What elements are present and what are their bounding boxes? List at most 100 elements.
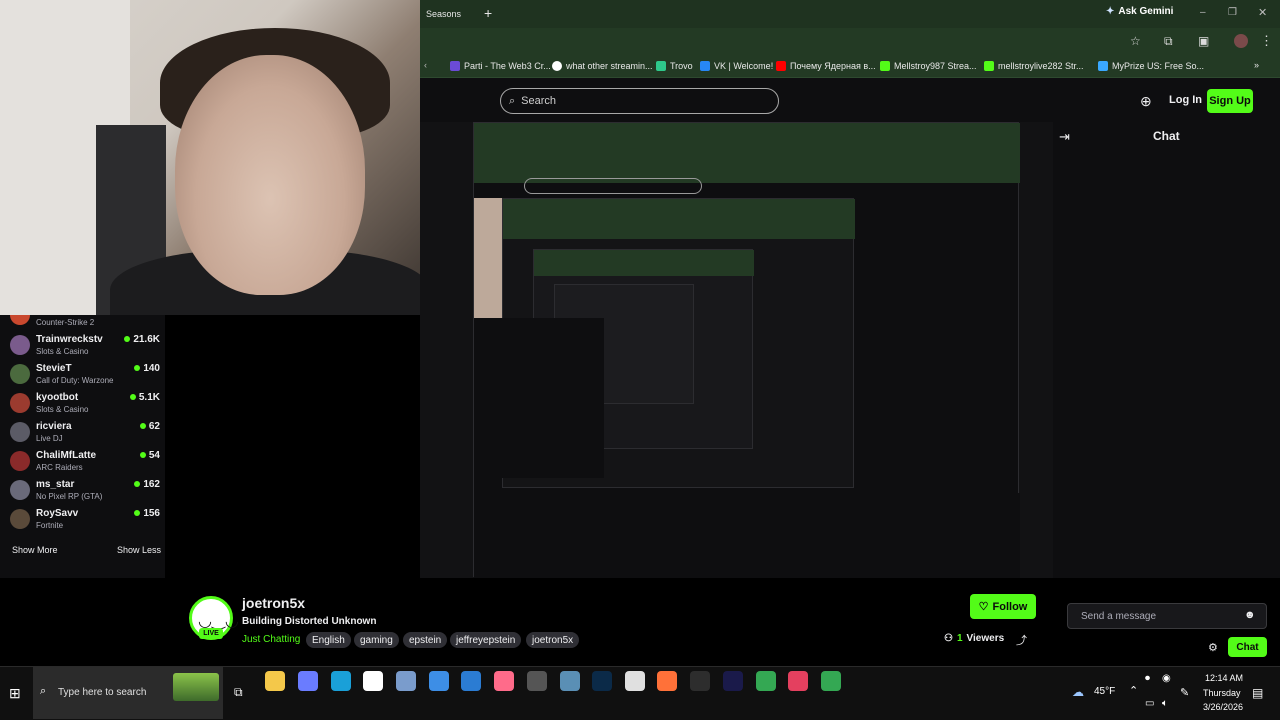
kick-icon [880,61,890,71]
defender-icon[interactable] [461,671,481,691]
users-icon: ⚇ [944,633,953,644]
chrome-active-icon[interactable] [821,671,841,691]
restore-icon[interactable]: ❐ [1228,7,1237,18]
calculator-icon[interactable] [527,671,547,691]
ask-gemini-button[interactable]: ✦ Ask Gemini [1106,6,1173,17]
premiere-icon[interactable] [723,671,743,691]
bookmark-item[interactable]: what other streamin... [552,61,653,71]
sidebar-channel-item[interactable]: ms_star No Pixel RP (GTA) 162 [10,478,160,506]
bookmark-item[interactable]: Trovo [656,61,693,71]
browser-tab[interactable]: Seasons [426,9,461,19]
bookmark-star-icon[interactable]: ☆ [1130,34,1141,48]
app-icon[interactable] [396,671,416,691]
chat-send-button[interactable]: Chat [1228,637,1267,657]
collapse-chat-icon[interactable]: ⇥ [1059,129,1070,145]
live-dot-icon [139,452,146,458]
sidebar-channel-item[interactable]: Trainwreckstv Slots & Casino 21.6K [10,333,160,361]
bookmark-item[interactable]: MyPrize US: Free So... [1098,61,1204,71]
close-icon[interactable]: ✕ [1258,6,1267,19]
side-panel-icon[interactable]: ▣ [1198,34,1209,48]
bookmark-item[interactable]: Почему Ядерная в... [776,61,876,71]
channel-category: Call of Duty: Warzone [36,376,114,385]
mail-icon[interactable] [429,671,449,691]
sidebar-channel-item[interactable]: StevieT Call of Duty: Warzone 140 [10,362,160,390]
notifications-icon[interactable]: ▤ [1252,686,1263,700]
profile-avatar[interactable] [1234,34,1248,48]
show-more-button[interactable]: Show More [12,545,58,555]
app-grid-icon[interactable] [560,671,580,691]
parti-icon [450,61,460,71]
chrome-icon[interactable] [756,671,776,691]
stream-title: Building Distorted Unknown [242,616,377,627]
follow-button[interactable]: ♡ Follow [970,594,1036,619]
avatar [10,451,30,471]
search-input[interactable]: ⌕ Search [500,88,779,114]
channel-name: RoySavv [36,508,79,519]
tag-pill[interactable]: joetron5x [526,632,580,648]
sidebar-channel-item[interactable]: kyootbot Slots & Casino 5.1K [10,391,160,419]
sidebar-channel-item[interactable]: RoySavv Fortnite 156 [10,507,160,535]
avatar [10,509,30,529]
minimize-icon[interactable]: – [1200,7,1206,18]
browser-toolbar: ☆ ⧉ ▣ ⋮ [420,28,1280,56]
bookmarks-bar: ‹ Parti - The Web3 Cr... what other stre… [420,56,1280,78]
bookmark-item[interactable]: VK | Welcome! [700,61,773,71]
channel-category: ARC Raiders [36,463,83,472]
weather-temp[interactable]: 45°F [1094,686,1115,697]
bookmarks-overflow-icon[interactable]: » [1254,60,1259,70]
tray-chevron-icon[interactable]: ⌃ [1129,684,1138,697]
channel-name[interactable]: joetron5x [242,595,305,611]
live-badge: LIVE [199,628,223,639]
myprize-icon [1098,61,1108,71]
show-less-button[interactable]: Show Less [117,545,161,555]
network-icon[interactable]: ▭ [1145,698,1154,709]
stream-category-link[interactable]: Just Chatting [242,634,300,645]
clock-time[interactable]: 12:14 AM [1205,673,1243,683]
sidebar-item-partial[interactable]: Counter-Strike 2 [10,315,160,329]
bookmark-item[interactable]: mellstroylive282 Str... [984,61,1084,71]
tiktok-icon[interactable] [788,671,808,691]
bookmark-item[interactable]: Parti - The Web3 Cr... [450,61,551,71]
bookmarks-scroll-left-icon[interactable]: ‹ [424,60,427,70]
firefox-icon[interactable] [657,671,677,691]
obs-icon[interactable] [690,671,710,691]
edge-icon[interactable] [331,671,351,691]
live-dot-icon [124,336,131,342]
weather-cloud-icon[interactable]: ☁ [1072,685,1084,699]
photos-icon[interactable] [494,671,514,691]
sidebar-channel-item[interactable]: ricviera Live DJ 62 [10,420,160,448]
photoshop-icon[interactable] [592,671,612,691]
language-globe-icon[interactable]: ⊕ [1140,93,1152,110]
chat-message-input[interactable]: Send a message ☻ [1067,603,1267,629]
gemini-sparkle-icon: ✦ [1106,6,1115,17]
microphone-icon[interactable]: ⏺ [1145,673,1150,684]
tag-pill[interactable]: gaming [354,632,399,648]
store-icon[interactable] [363,671,383,691]
avatar [10,364,30,384]
volume-icon[interactable]: 🔈︎ [1162,698,1168,709]
task-view-icon[interactable]: ⧉ [234,685,243,700]
login-button[interactable]: Log In [1169,94,1202,106]
camera-icon[interactable]: ◉ [1162,673,1171,684]
bookmark-item[interactable]: Mellstroy987 Strea... [880,61,977,71]
sidebar-channel-item[interactable]: ChaliMfLatte ARC Raiders 54 [10,449,160,477]
new-tab-button[interactable]: + [484,5,492,21]
tag-pill[interactable]: English [306,632,351,648]
cursor-icon[interactable] [625,671,645,691]
tag-pill[interactable]: epstein [403,632,448,648]
file-explorer-icon[interactable] [265,671,285,691]
tag-pill[interactable]: jeffreyepstein [450,632,522,648]
taskbar-search-box[interactable]: ⌕ Type here to search [33,667,223,719]
viewer-count: ⚇ 1 Viewers [944,633,1005,644]
extensions-icon[interactable]: ⧉ [1164,34,1173,49]
signup-button[interactable]: Sign Up [1207,89,1253,113]
search-icon: ⌕ [40,685,47,697]
copilot-icon[interactable] [298,671,318,691]
windows-start-icon[interactable]: ⊞ [9,685,21,702]
share-icon[interactable]: ⤴ [1016,632,1027,648]
emoji-icon[interactable]: ☻ [1244,609,1256,621]
channel-name: Trainwreckstv [36,334,103,345]
settings-gear-icon[interactable]: ⚙ [1208,641,1218,654]
pen-icon[interactable]: ✎ [1180,686,1189,699]
browser-menu-icon[interactable]: ⋮ [1260,33,1273,49]
